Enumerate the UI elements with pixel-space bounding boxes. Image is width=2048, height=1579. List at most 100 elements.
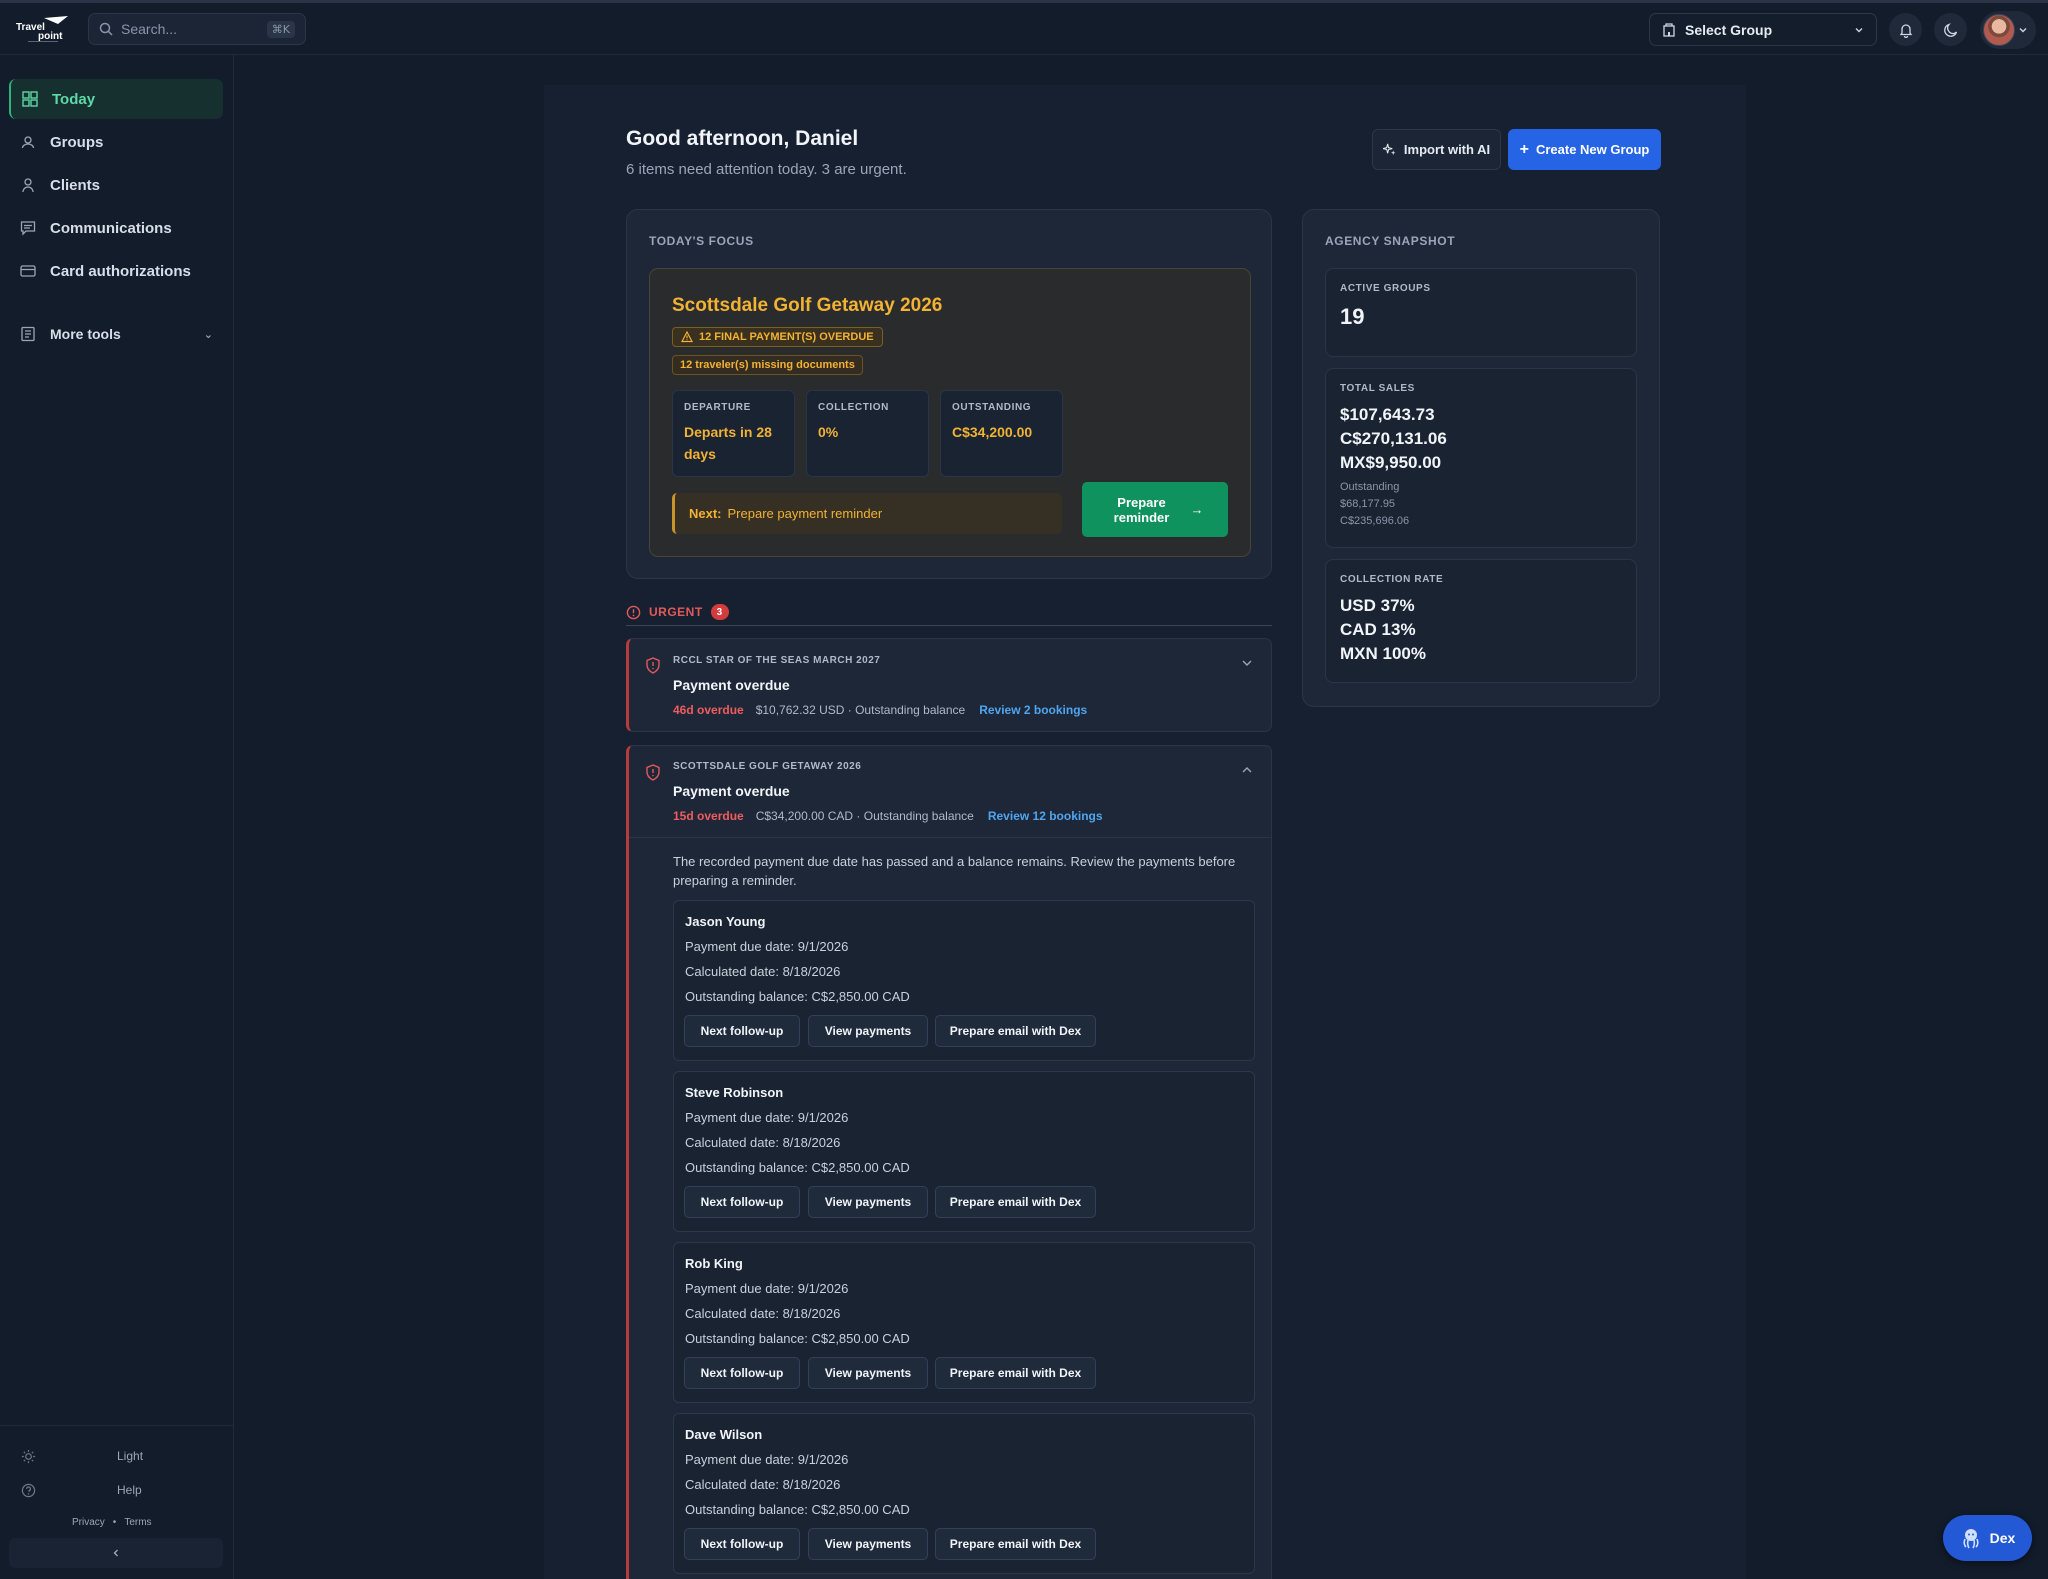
- search-placeholder: Search...: [121, 21, 178, 37]
- sidebar: Today Groups Clients Communications Card…: [0, 55, 234, 1579]
- item-divider: [629, 837, 1272, 838]
- help-icon: [21, 1483, 36, 1498]
- main-panel: Good afternoon, Daniel 6 items need atte…: [544, 85, 1746, 1579]
- top-bar: Travel point Search... ⌘K Select Group: [0, 3, 2048, 55]
- next-follow-up-button[interactable]: Next follow-up: [684, 1186, 800, 1218]
- sidebar-item-label: Card authorizations: [50, 262, 191, 280]
- review-bookings-link[interactable]: Review 12 bookings: [988, 809, 1103, 823]
- review-bookings-link[interactable]: Review 2 bookings: [979, 703, 1087, 717]
- amount-label: C$34,200.00 CAD · Outstanding balance: [755, 809, 974, 823]
- next-step-label: Next:: [689, 506, 722, 521]
- collection-rate-label: COLLECTION RATE: [1340, 574, 1444, 585]
- sales-mxn: MX$9,950.00: [1340, 453, 1442, 472]
- traveler-card: Jason Young Payment due date: 9/1/2026 C…: [673, 900, 1255, 1061]
- total-sales-stat: TOTAL SALES $107,643.73 C$270,131.06 MX$…: [1325, 368, 1637, 548]
- user-menu[interactable]: [1980, 11, 2036, 49]
- page-subtitle: 6 items need attention today. 3 are urge…: [626, 161, 907, 178]
- users-icon: [21, 136, 35, 149]
- prepare-email-button[interactable]: Prepare email with Dex: [935, 1528, 1096, 1560]
- prepare-email-button[interactable]: Prepare email with Dex: [935, 1357, 1096, 1389]
- footer-separator: •: [112, 1517, 117, 1528]
- svg-text:point: point: [38, 31, 63, 42]
- overdue-badge-label: 12 FINAL PAYMENT(S) OVERDUE: [699, 331, 874, 343]
- overdue-label: 15d overdue: [673, 809, 744, 823]
- page-title: Good afternoon, Daniel: [626, 127, 859, 150]
- amount-label: $10,762.32 USD · Outstanding balance: [755, 703, 966, 717]
- prepare-email-button[interactable]: Prepare email with Dex: [935, 1015, 1096, 1047]
- chevron-down-icon[interactable]: [1241, 657, 1253, 669]
- outstanding-balance: Outstanding balance: C$2,850.00 CAD: [685, 1331, 910, 1346]
- theme-light-toggle[interactable]: Light: [0, 1447, 234, 1467]
- travelpoint-logo[interactable]: Travel point: [14, 15, 70, 43]
- todays-focus-card: TODAY'S FOCUS Scottsdale Golf Getaway 20…: [626, 209, 1272, 579]
- sidebar-item-today[interactable]: Today: [9, 79, 223, 119]
- bell-icon: [1899, 23, 1912, 38]
- dex-label: Dex: [1989, 1530, 2016, 1546]
- avatar: [1983, 14, 2015, 46]
- next-follow-up-button[interactable]: Next follow-up: [684, 1015, 800, 1047]
- search-icon: [99, 22, 113, 36]
- collection-label: COLLECTION: [818, 402, 889, 413]
- payment-due-date: Payment due date: 9/1/2026: [685, 1452, 849, 1467]
- theme-label: Light: [117, 1449, 144, 1463]
- sidebar-item-more-tools[interactable]: More tools ⌄: [9, 314, 223, 354]
- collapse-sidebar-button[interactable]: [9, 1538, 223, 1568]
- collection-stat: COLLECTION 0%: [806, 390, 929, 477]
- outstanding-value: C$34,200.00: [952, 424, 1033, 440]
- privacy-link[interactable]: Privacy: [72, 1517, 105, 1533]
- grid-icon: [22, 91, 38, 107]
- next-follow-up-button[interactable]: Next follow-up: [684, 1357, 800, 1389]
- select-group-label: Select Group: [1685, 21, 1773, 38]
- warning-icon: [681, 331, 693, 343]
- view-payments-button[interactable]: View payments: [808, 1528, 928, 1560]
- item-title: Payment overdue: [673, 783, 790, 799]
- chevron-down-icon: [1855, 27, 1863, 32]
- view-payments-button[interactable]: View payments: [808, 1357, 928, 1389]
- import-with-ai-button[interactable]: Import with AI: [1372, 129, 1501, 170]
- search-shortcut: ⌘K: [266, 20, 295, 38]
- octopus-icon: [1963, 1529, 1979, 1549]
- view-payments-button[interactable]: View payments: [808, 1015, 928, 1047]
- chevron-left-icon: [113, 1549, 118, 1557]
- rate-usd: USD 37%: [1340, 596, 1415, 615]
- select-group-dropdown[interactable]: Select Group: [1649, 13, 1877, 46]
- next-follow-up-button[interactable]: Next follow-up: [684, 1528, 800, 1560]
- sidebar-item-label: Groups: [50, 133, 104, 151]
- overdue-badge: 12 FINAL PAYMENT(S) OVERDUE: [672, 327, 883, 347]
- sidebar-item-label: Communications: [50, 219, 172, 237]
- rate-cad: CAD 13%: [1340, 620, 1416, 639]
- notifications-button[interactable]: [1889, 13, 1922, 46]
- dex-assistant-button[interactable]: Dex: [1943, 1515, 2032, 1561]
- terms-link[interactable]: Terms: [124, 1517, 151, 1533]
- calculated-date: Calculated date: 8/18/2026: [685, 1135, 841, 1150]
- outstanding-label: OUTSTANDING: [952, 402, 1032, 413]
- sidebar-item-label: Clients: [50, 176, 101, 194]
- urgent-item[interactable]: RCCL STAR OF THE SEAS MARCH 2027 Payment…: [626, 638, 1272, 732]
- item-description: The recorded payment due date has passed…: [673, 854, 1236, 888]
- overdue-label: 46d overdue: [673, 703, 744, 717]
- building-icon: [1663, 22, 1675, 37]
- theme-toggle-button[interactable]: [1934, 13, 1967, 46]
- sidebar-item-card-authorizations[interactable]: Card authorizations: [9, 251, 223, 291]
- urgent-item-expanded[interactable]: SCOTTSDALE GOLF GETAWAY 2026 Payment ove…: [626, 745, 1272, 1579]
- focus-group-card[interactable]: Scottsdale Golf Getaway 2026 12 FINAL PA…: [649, 268, 1251, 557]
- chevron-up-icon[interactable]: [1241, 764, 1253, 776]
- calculated-date: Calculated date: 8/18/2026: [685, 964, 841, 979]
- prepare-reminder-button[interactable]: Prepare reminder →: [1082, 482, 1228, 537]
- search-bar[interactable]: Search... ⌘K: [88, 13, 306, 45]
- create-new-group-button[interactable]: + Create New Group: [1508, 129, 1661, 170]
- view-payments-button[interactable]: View payments: [808, 1186, 928, 1218]
- document-icon: [21, 326, 35, 342]
- section-label: TODAY'S FOCUS: [649, 234, 754, 248]
- focus-group-title[interactable]: Scottsdale Golf Getaway 2026: [672, 295, 942, 317]
- prepare-email-button[interactable]: Prepare email with Dex: [935, 1186, 1096, 1218]
- urgent-header: URGENT 3: [626, 601, 1272, 623]
- sidebar-item-clients[interactable]: Clients: [9, 165, 223, 205]
- sidebar-item-communications[interactable]: Communications: [9, 208, 223, 248]
- sidebar-item-groups[interactable]: Groups: [9, 122, 223, 162]
- message-icon: [20, 221, 36, 236]
- arrow-right-icon: →: [1190, 502, 1204, 517]
- chevron-down-icon: [2019, 28, 2027, 33]
- help-link[interactable]: Help: [0, 1481, 234, 1501]
- traveler-name: Jason Young: [685, 914, 766, 929]
